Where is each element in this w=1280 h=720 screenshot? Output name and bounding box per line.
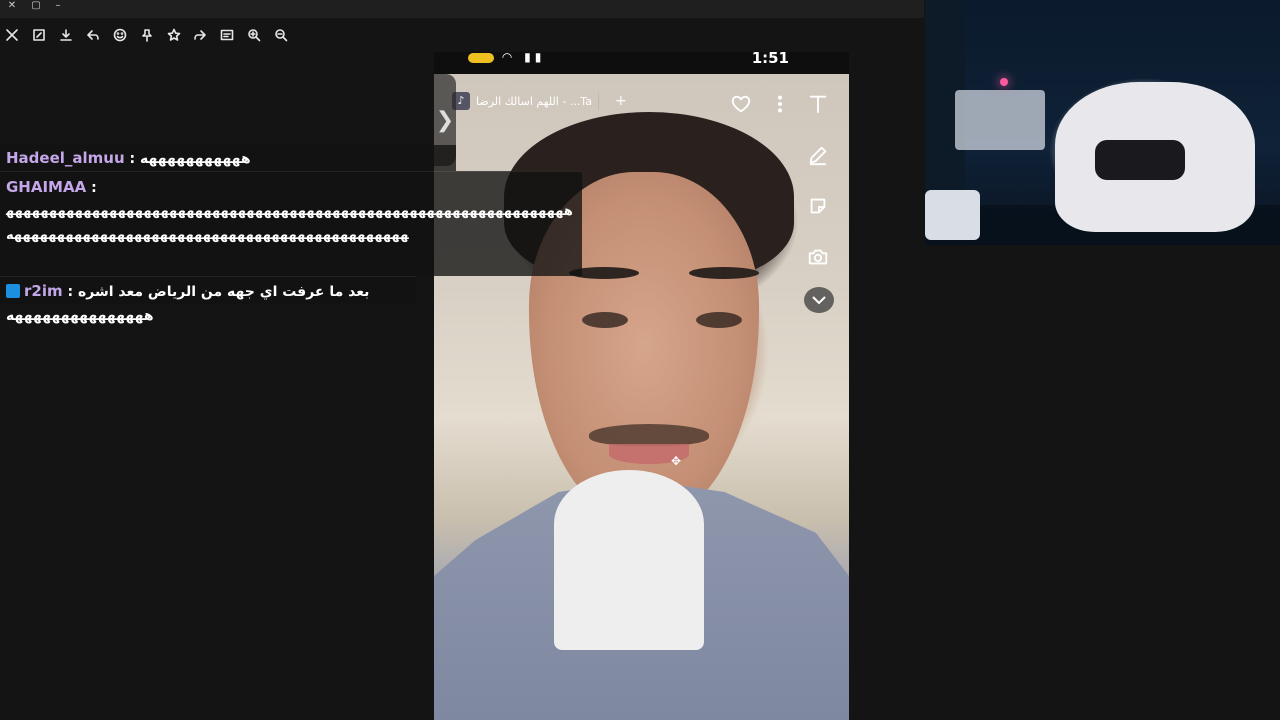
chat-username: GHAIMAA xyxy=(6,178,87,196)
chair-pillow xyxy=(1095,140,1185,180)
forward-icon[interactable] xyxy=(190,25,210,45)
right-eyebrow xyxy=(689,267,759,279)
emoji-icon[interactable] xyxy=(110,25,130,45)
right-eye xyxy=(696,312,742,328)
move-cursor-icon: ✥ xyxy=(671,454,682,468)
caption-icon[interactable] xyxy=(217,25,237,45)
chat-message: r2im : بعد ما عرفت اي جهه من الرياض معد … xyxy=(0,276,416,324)
chat-message: GHAIMAA : هههههههههههههههههههههههههههههه… xyxy=(0,171,582,276)
chat-separator: : xyxy=(124,151,141,167)
person-undershirt xyxy=(554,470,704,650)
window-title-bar: ✕ ▢ – xyxy=(0,0,924,18)
left-eye xyxy=(582,312,628,328)
music-title: اللهم اسالك الرضا - ...Ta xyxy=(476,94,592,108)
sticker-icon[interactable] xyxy=(803,191,833,221)
pencil-icon[interactable] xyxy=(803,140,833,170)
star-icon[interactable] xyxy=(164,25,184,45)
close-icon[interactable] xyxy=(2,25,22,45)
add-music-button[interactable]: + xyxy=(615,93,627,109)
window-minimize-button[interactable]: – xyxy=(49,0,67,14)
music-sticker[interactable]: ♪ اللهم اسالك الرضا - ...Ta + xyxy=(452,86,627,116)
heart-icon[interactable] xyxy=(726,89,756,119)
more-options-icon[interactable] xyxy=(765,89,795,119)
zoom-in-icon[interactable] xyxy=(244,25,264,45)
chat-separator: : xyxy=(86,180,97,196)
chat-separator: : xyxy=(62,284,78,300)
window-close-button[interactable]: ✕ xyxy=(3,0,21,14)
chat-username: Hadeel_almuu xyxy=(6,149,125,167)
chat-badge-icon xyxy=(6,284,20,298)
resize-icon[interactable] xyxy=(29,25,49,45)
mustache xyxy=(589,424,709,446)
chat-username: r2im xyxy=(24,282,63,300)
zoom-out-icon[interactable] xyxy=(271,25,291,45)
chevron-down-icon[interactable] xyxy=(804,287,834,313)
status-time: 1:51 xyxy=(751,52,789,67)
text-tool-icon[interactable] xyxy=(803,89,833,119)
status-icons: ◠ ▮▮ xyxy=(468,52,545,64)
camera-icon[interactable] xyxy=(803,242,833,272)
phone-status-bar: ◠ ▮▮ 1:51 xyxy=(434,52,849,74)
music-divider xyxy=(597,92,599,110)
chat-text: هههههههههههه xyxy=(140,151,251,167)
cam-bed xyxy=(925,190,980,240)
webcam-feed xyxy=(925,0,1280,245)
chat-text: هههههههههههههههههههههههههههههههههههههههه… xyxy=(6,204,573,243)
cam-desk xyxy=(955,90,1045,150)
pin-icon[interactable] xyxy=(137,25,157,45)
download-icon[interactable] xyxy=(56,25,76,45)
chat-overlay: Hadeel_almuu : هههههههههههه GHAIMAA : هه… xyxy=(0,145,582,324)
reply-icon[interactable] xyxy=(83,25,103,45)
window-restore-button[interactable]: ▢ xyxy=(27,0,45,14)
cam-light xyxy=(1000,78,1008,86)
chat-message: Hadeel_almuu : هههههههههههه xyxy=(0,145,456,171)
